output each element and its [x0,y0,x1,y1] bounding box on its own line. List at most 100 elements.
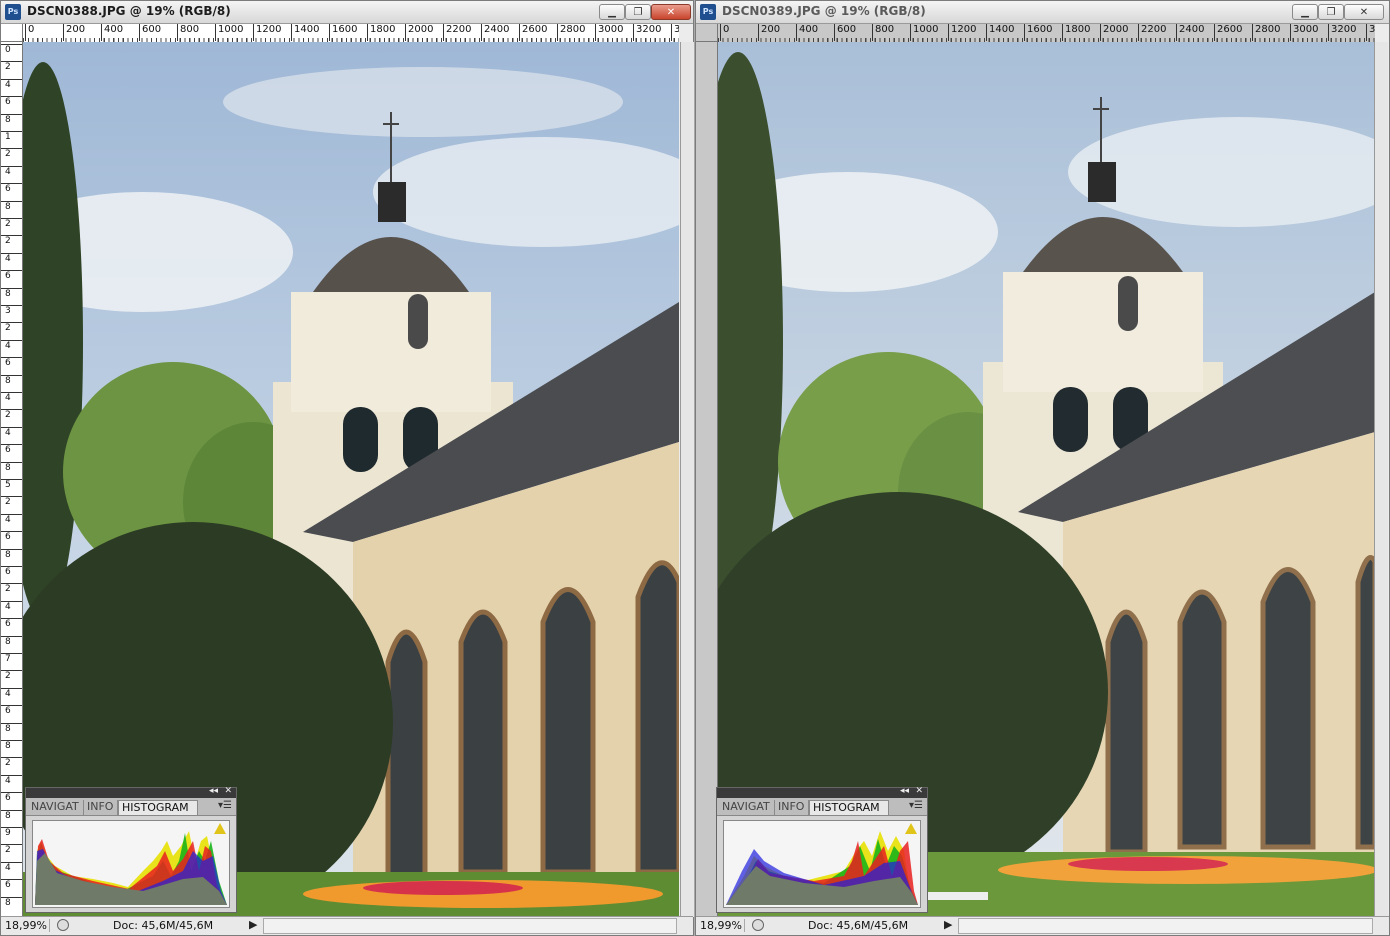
ruler-tick-label: 1800 [367,24,395,41]
ruler-tick-label: 6 [1,444,22,455]
close-button[interactable]: ✕ [1344,4,1384,20]
status-icon[interactable] [752,919,764,931]
tab-navigator[interactable]: NAVIGAT [719,800,775,815]
tab-histogram[interactable]: HISTOGRAM [118,800,198,815]
ruler-tick-label: 3000 [1290,24,1318,41]
ruler-tick-label: 8 [1,287,22,299]
zoom-level[interactable]: 18,99% [5,919,50,932]
ruler-tick-label: 34 [671,24,679,41]
ruler-tick-label: 8 [1,896,22,908]
restore-button[interactable]: ❐ [1318,4,1344,20]
minimize-button[interactable]: ▁ [599,4,625,20]
ruler-tick-label: 2600 [1214,24,1242,41]
ruler-tick-label: 4 [1,252,22,264]
ruler-tick-label: 2 [1,409,22,420]
panel-tabs: NAVIGAT INFO HISTOGRAM ▾☰ [717,798,927,816]
vertical-ruler[interactable] [696,42,718,917]
horizontal-scrollbar[interactable] [958,918,1373,934]
ruler-tick-label: 200 [758,24,780,41]
ruler-tick-label: 0 [1,44,22,55]
document-window-right[interactable]: Ps DSCN0389.JPG @ 19% (RGB/8) ▁ ❐ ✕ 0 200… [695,0,1390,936]
horizontal-scrollbar[interactable] [263,918,677,934]
ruler-tick-label: 0 [720,24,729,41]
histogram-panel[interactable]: ◂◂ ✕ NAVIGAT INFO HISTOGRAM ▾☰ [716,786,928,913]
document-window-left[interactable]: Ps DSCN0388.JPG @ 19% (RGB/8) ▁ ❐ ✕ 0 200… [0,0,694,936]
status-bar: 18,99% Doc: 45,6M/45,6M ▶ [696,916,1389,935]
histogram-graph [723,820,921,908]
close-icon[interactable]: ✕ [224,786,232,796]
ruler-tick-label: 2600 [519,24,547,41]
minimize-button[interactable]: ▁ [1292,4,1318,20]
cache-warning-icon[interactable] [905,823,917,834]
tab-info[interactable]: INFO [775,800,809,815]
title-bar[interactable]: Ps DSCN0389.JPG @ 19% (RGB/8) ▁ ❐ ✕ [696,1,1389,24]
horizontal-ruler[interactable]: 0 200 400 600 800 1000 1200 1400 1600 1800 2000 220… [718,24,1375,43]
tab-navigator[interactable]: NAVIGAT [28,800,84,815]
tab-info[interactable]: INFO [84,800,118,815]
ruler-tick-label: 2400 [481,24,509,41]
collapse-icon[interactable]: ◂◂ [209,786,218,796]
status-icon[interactable] [57,919,69,931]
ruler-tick-label: 2800 [557,24,585,41]
ruler-tick-label: 4 [1,165,22,177]
ruler-origin[interactable] [696,24,718,42]
ruler-tick-label: 6 [1,879,22,890]
ruler-tick-label: 2 [1,757,22,768]
ruler-tick-label: 2200 [443,24,471,41]
panel-menu-icon[interactable]: ▾☰ [909,800,923,811]
vertical-scrollbar[interactable] [680,42,694,917]
ruler-tick-label: 0 [25,24,34,41]
tab-histogram[interactable]: HISTOGRAM [809,800,889,815]
ruler-tick-label: 2400 [1176,24,1204,41]
ruler-tick-label: 1600 [1024,24,1052,41]
ruler-tick-label: 9 [1,827,22,838]
ruler-tick-label: 2 [1,670,22,681]
ruler-tick-label: 2800 [1252,24,1280,41]
ruler-tick-label: 1000 [910,24,938,41]
panel-menu-icon[interactable]: ▾☰ [218,800,232,811]
ruler-tick-label: 1200 [948,24,976,41]
vertical-ruler[interactable]: 0 2 4 6 8 1 2 4 6 8 2 2 4 6 8 3 2 4 6 8 4 2 4 6 8 5 2 4 6 8 6 2 4 6 8 7 2 4 6 8… [1,42,23,917]
title-bar[interactable]: Ps DSCN0388.JPG @ 19% (RGB/8) ▁ ❐ ✕ [1,1,693,24]
ruler-tick-label: 2 [1,322,22,333]
histogram-panel[interactable]: ◂◂ ✕ NAVIGAT INFO HISTOGRAM ▾☰ [25,786,237,913]
ruler-tick-label: 5 [1,479,22,490]
ruler-tick-label: 200 [63,24,85,41]
ruler-tick-label: 4 [1,78,22,90]
ruler-tick-label: 800 [177,24,199,41]
ruler-tick-label: 6 [1,183,22,194]
ruler-tick-label: 1200 [253,24,281,41]
ruler-tick-label: 8 [1,113,22,125]
ruler-tick-label: 4 [1,600,22,612]
cache-warning-icon[interactable] [214,823,226,834]
status-menu-arrow[interactable]: ▶ [249,918,257,931]
ruler-tick-label: 6 [1,270,22,281]
ruler-tick-label: 2 [1,61,22,72]
ruler-tick-label: 400 [101,24,123,41]
collapse-icon[interactable]: ◂◂ [900,786,909,796]
document-size: Doc: 45,6M/45,6M [808,919,909,932]
horizontal-ruler[interactable]: 0 200 400 600 800 1000 1200 1400 1600 1800 2000 220… [23,24,679,43]
ruler-tick-label: 2 [1,218,22,229]
ruler-tick-label: 2 [1,844,22,855]
ruler-tick-label: 600 [139,24,161,41]
panel-header[interactable]: ◂◂ ✕ [717,786,927,798]
status-menu-arrow[interactable]: ▶ [944,918,952,931]
photoshop-icon: Ps [5,4,21,20]
window-title: DSCN0388.JPG @ 19% (RGB/8) [27,4,231,18]
zoom-level[interactable]: 18,99% [700,919,745,932]
close-button[interactable]: ✕ [651,4,691,20]
ruler-tick-label: 6 [1,705,22,716]
restore-button[interactable]: ❐ [625,4,651,20]
ruler-tick-label: 3200 [1328,24,1356,41]
status-bar: 18,99% Doc: 45,6M/45,6M ▶ [1,916,693,935]
ruler-tick-label: 6 [1,96,22,107]
vertical-scrollbar[interactable] [1374,42,1388,917]
close-icon[interactable]: ✕ [915,786,923,796]
ruler-origin[interactable] [1,24,23,42]
ruler-tick-label: 8 [1,461,22,473]
panel-header[interactable]: ◂◂ ✕ [26,786,236,798]
ruler-tick-label: 2 [1,148,22,159]
ruler-tick-label: 4 [1,426,22,438]
ruler-tick-label: 4 [1,392,22,403]
